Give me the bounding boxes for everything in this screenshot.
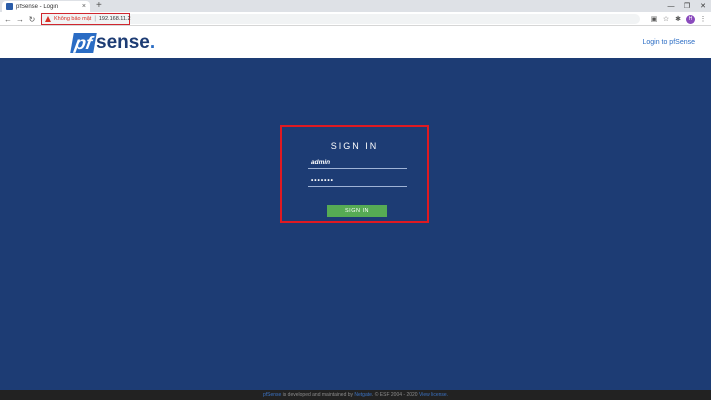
toolbar-actions: ▣ ☆ ✱ H ⋮ — [650, 13, 707, 25]
logo-sense: sense — [96, 32, 150, 53]
forward-arrow-icon[interactable]: → — [15, 12, 25, 26]
login-link[interactable]: Login to pfSense — [642, 39, 695, 46]
logo-pf: pf — [70, 33, 97, 53]
back-arrow-icon[interactable]: ← — [3, 12, 13, 26]
signin-title: SIGN IN — [330, 141, 379, 151]
close-tab-icon[interactable]: × — [82, 3, 86, 10]
password-input[interactable] — [308, 175, 407, 187]
browser-tab[interactable]: pfSense - Login × — [2, 1, 90, 12]
not-secure-label: Không bảo mật — [54, 16, 92, 22]
page-header: pf sense . Login to pfSense — [0, 26, 711, 60]
window-controls: — ❐ ✕ — [663, 0, 711, 12]
restore-icon[interactable]: ❐ — [679, 0, 695, 12]
url-text: 192.168.11.2 — [98, 16, 131, 22]
pfsense-favicon-icon — [6, 3, 13, 10]
pfsense-logo[interactable]: pf sense . — [70, 32, 156, 54]
footer-pfsense-link[interactable]: pfSense — [263, 392, 281, 398]
minimize-icon[interactable]: — — [663, 0, 679, 12]
footer-license-link[interactable]: View license. — [419, 392, 448, 398]
translate-icon[interactable]: ▣ — [650, 14, 658, 24]
new-tab-button[interactable]: + — [96, 0, 102, 12]
address-separator: | — [94, 16, 96, 22]
signin-panel: SIGN IN SIGN IN — [280, 125, 429, 223]
footer-copyright: . © ESF 2004 - 2020 — [371, 392, 419, 398]
footer-netgate-link[interactable]: Netgate — [354, 392, 372, 398]
profile-avatar[interactable]: H — [686, 14, 695, 24]
username-input[interactable] — [308, 157, 407, 169]
address-security-chip[interactable]: Không bảo mật | 192.168.11.2 — [41, 13, 131, 25]
logo-dot: . — [149, 32, 156, 53]
close-window-icon[interactable]: ✕ — [695, 0, 711, 12]
browser-tab-bar: pfSense - Login × + — ❐ ✕ — [0, 0, 711, 12]
page-footer: pfSense is developed and maintained by N… — [0, 390, 711, 400]
menu-kebab-icon[interactable]: ⋮ — [699, 14, 707, 24]
reload-icon[interactable]: ↻ — [27, 12, 37, 26]
star-bookmark-icon[interactable]: ☆ — [662, 14, 670, 24]
footer-text: is developed and maintained by — [281, 392, 355, 398]
signin-button[interactable]: SIGN IN — [327, 205, 387, 217]
tab-title: pfSense - Login — [16, 3, 59, 10]
warning-icon — [45, 16, 51, 22]
extensions-icon[interactable]: ✱ — [674, 14, 682, 24]
browser-toolbar: ← → ↻ Không bảo mật | 192.168.11.2 ▣ ☆ ✱… — [0, 12, 711, 26]
